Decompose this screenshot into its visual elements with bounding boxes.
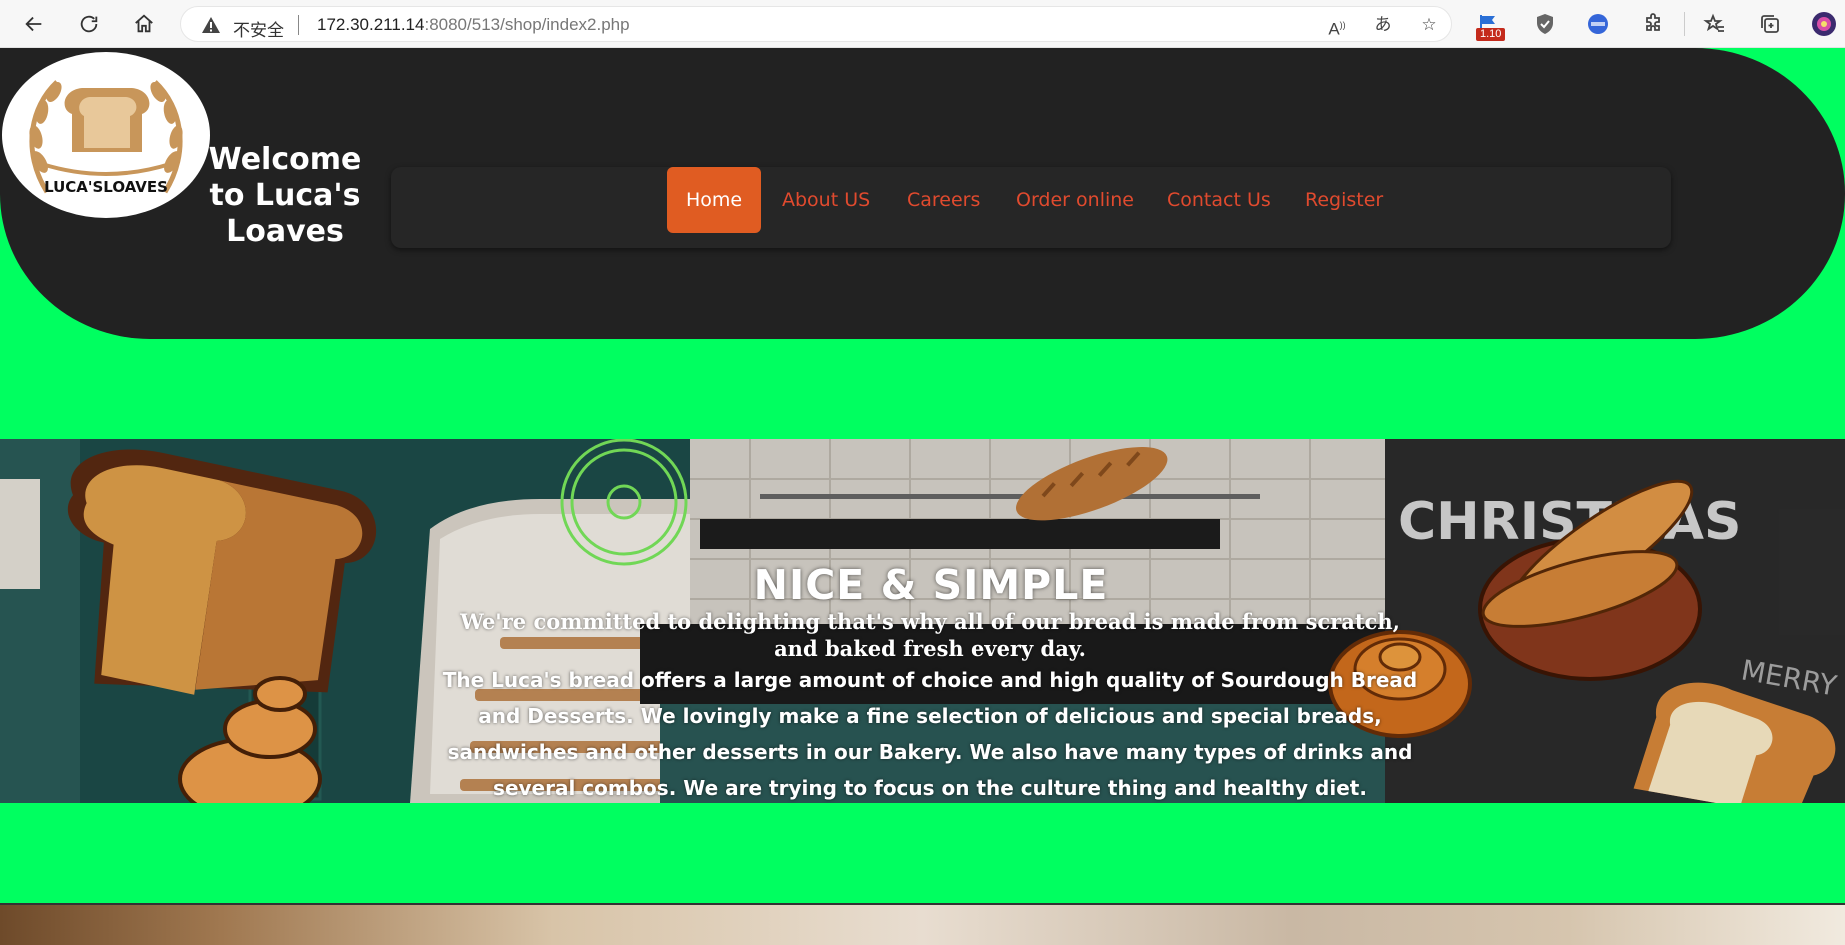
- banner-subtitle: We're committed to delighting that's why…: [460, 609, 1400, 661]
- warning-icon: [202, 17, 220, 33]
- profile-avatar-icon[interactable]: [1810, 10, 1838, 38]
- main-nav: Home About US Careers Order online Conta…: [391, 167, 1671, 248]
- welcome-heading: Welcome to Luca's Loaves: [208, 142, 362, 249]
- address-bar[interactable]: 不安全 172.30.211.14:8080/513/shop/index2.p…: [180, 6, 1452, 42]
- nav-careers[interactable]: Careers: [907, 167, 980, 233]
- logo-text: LUCA'SLOAVES: [44, 178, 168, 196]
- nav-register[interactable]: Register: [1305, 167, 1383, 233]
- browser-toolbar: 不安全 172.30.211.14:8080/513/shop/index2.p…: [0, 0, 1845, 48]
- nav-order-online[interactable]: Order online: [1016, 167, 1134, 233]
- nav-about-us[interactable]: About US: [782, 167, 870, 233]
- nav-contact-us[interactable]: Contact Us: [1167, 167, 1271, 233]
- back-icon[interactable]: [18, 8, 50, 40]
- favorites-icon[interactable]: [1701, 10, 1729, 38]
- bakery-logo[interactable]: LUCA'SLOAVES: [2, 52, 210, 218]
- extension-badge: 1.10: [1476, 28, 1506, 41]
- blue-extension-icon[interactable]: [1584, 10, 1612, 38]
- url-text[interactable]: 172.30.211.14:8080/513/shop/index2.php: [317, 15, 630, 35]
- home-icon[interactable]: [128, 8, 160, 40]
- banner-title: NICE & SIMPLE: [753, 561, 1109, 609]
- translate-icon[interactable]: あ: [1371, 13, 1395, 37]
- extensions-puzzle-icon[interactable]: [1640, 10, 1668, 38]
- address-divider: [298, 15, 299, 35]
- nav-home[interactable]: Home: [667, 167, 762, 233]
- shield-extension-icon[interactable]: [1531, 10, 1559, 38]
- banner-description: The Luca's bread offers a large amount o…: [442, 668, 1418, 800]
- insecure-label: 不安全: [233, 21, 284, 41]
- read-aloud-icon[interactable]: A)): [1325, 13, 1349, 39]
- next-section-image: [0, 903, 1845, 945]
- refresh-icon[interactable]: [73, 8, 105, 40]
- favorite-add-icon[interactable]: ☆: [1417, 13, 1441, 37]
- hero-banner: CHRISTMAS MERRY CHRISTMAS: [0, 439, 1845, 803]
- toolbar-divider: [1684, 12, 1685, 36]
- collections-icon[interactable]: [1756, 10, 1784, 38]
